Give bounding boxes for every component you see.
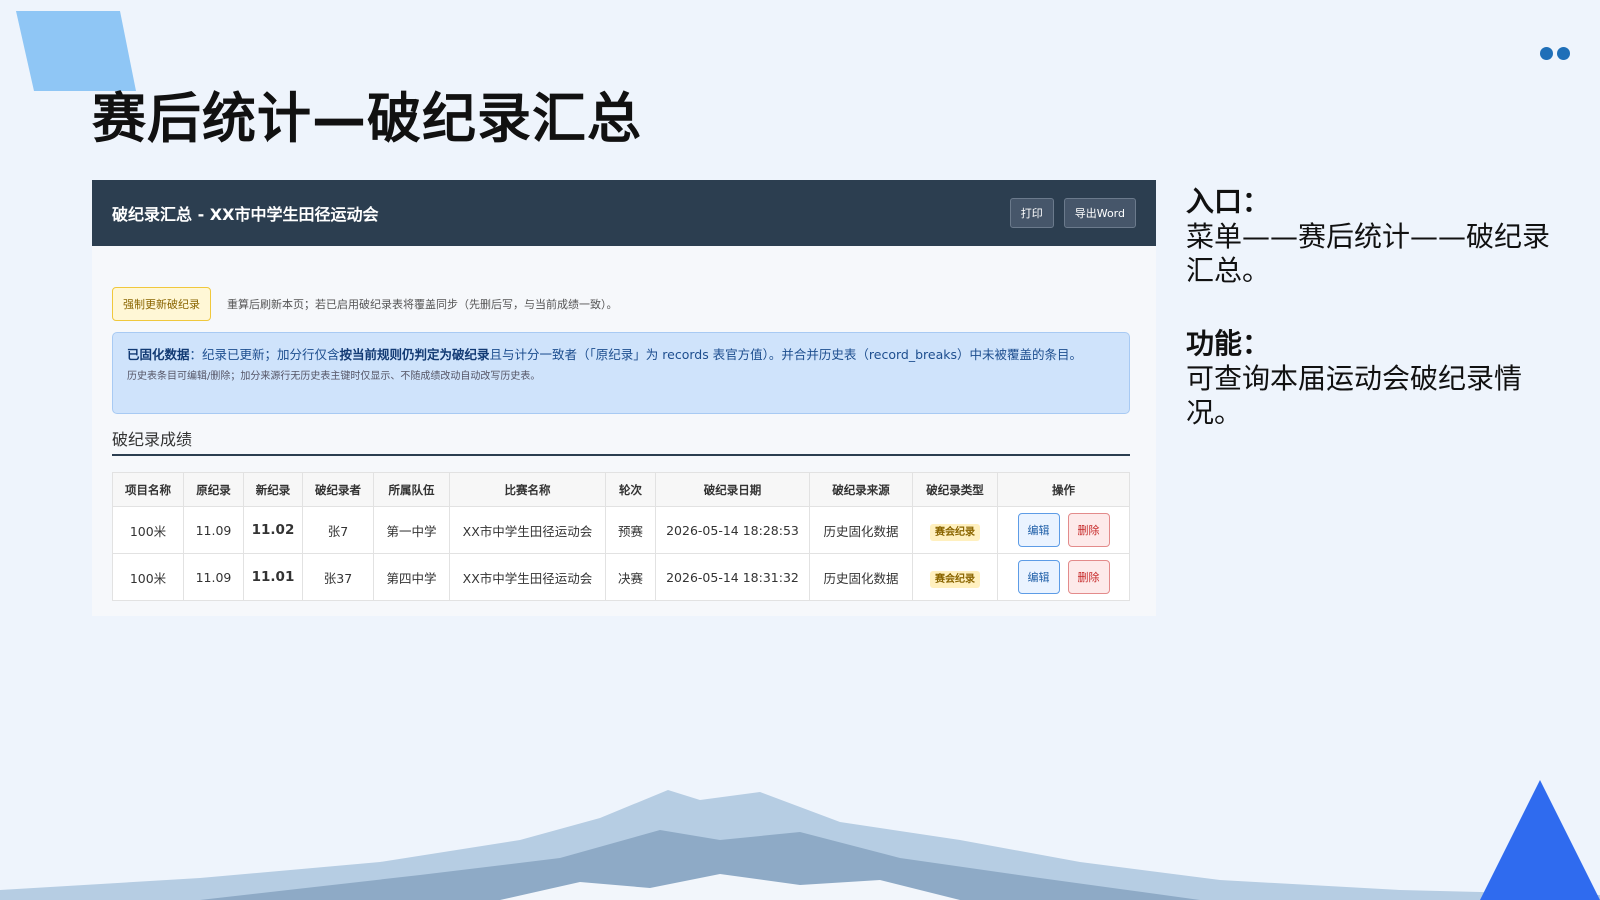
entry-heading: 入口： <box>1186 185 1271 218</box>
cell-competition: XX市中学生田径运动会 <box>449 553 606 601</box>
record-type-badge: 赛会纪录 <box>930 523 980 541</box>
column-header: 项目名称 <box>112 472 184 507</box>
cell-old-record: 11.09 <box>183 506 244 554</box>
cell-team: 第一中学 <box>373 506 450 554</box>
table-row: 100米 11.09 11.02 张7 第一中学 XX市中学生田径运动会 预赛 … <box>112 506 1130 554</box>
cell-source: 历史固化数据 <box>809 553 913 601</box>
cell-round: 决赛 <box>605 553 656 601</box>
cell-competition: XX市中学生田径运动会 <box>449 506 606 554</box>
force-update-button[interactable]: 强制更新破纪录 <box>112 287 211 321</box>
mountain-illustration <box>0 790 1600 900</box>
column-header: 轮次 <box>605 472 656 507</box>
info-alert: 已固化数据：纪录已更新；加分行仅含按当前规则仍判定为破纪录且与计分一致者（「原纪… <box>112 332 1130 414</box>
column-header: 原纪录 <box>183 472 244 507</box>
column-header: 新纪录 <box>243 472 303 507</box>
cell-actions: 编辑 删除 <box>997 553 1130 601</box>
cell-new-record: 11.01 <box>243 553 303 601</box>
table-row: 100米 11.09 11.01 张37 第四中学 XX市中学生田径运动会 决赛… <box>112 553 1130 601</box>
export-word-button[interactable]: 导出Word <box>1063 198 1136 228</box>
cell-old-record: 11.09 <box>183 553 244 601</box>
decorative-dots <box>1540 47 1570 60</box>
cell-new-record: 11.02 <box>243 506 303 554</box>
force-update-note: 重算后刷新本页；若已启用破纪录表将覆盖同步（先删后写，与当前成绩一致）。 <box>227 298 618 311</box>
panel-title: 破纪录汇总 - XX市中学生田径运动会 <box>112 205 379 224</box>
cell-event: 100米 <box>112 506 184 554</box>
cell-date: 2026-05-14 18:31:32 <box>655 553 810 601</box>
cell-athlete: 张7 <box>302 506 374 554</box>
delete-button[interactable]: 删除 <box>1067 513 1110 547</box>
column-header: 所属队伍 <box>373 472 450 507</box>
edit-button[interactable]: 编辑 <box>1017 560 1060 594</box>
column-header: 破纪录类型 <box>912 472 998 507</box>
cell-actions: 编辑 删除 <box>997 506 1130 554</box>
column-header: 破纪录者 <box>302 472 374 507</box>
info-sub-text: 历史表条目可编辑/删除；加分来源行无历史表主键时仅显示、不随成绩改动自动改写历史… <box>127 371 541 382</box>
print-button[interactable]: 打印 <box>1009 198 1054 228</box>
entry-text: 菜单——赛后统计——破纪录汇总。 <box>1186 220 1551 287</box>
edit-button[interactable]: 编辑 <box>1017 513 1060 547</box>
cell-source: 历史固化数据 <box>809 506 913 554</box>
record-summary-panel: 破纪录汇总 - XX市中学生田径运动会 打印 导出Word 强制更新破纪录 重算… <box>92 180 1156 616</box>
table-header-row: 项目名称 原纪录 新纪录 破纪录者 所属队伍 比赛名称 轮次 破纪录日期 破纪录… <box>112 472 1130 507</box>
info-main-text: 已固化数据：纪录已更新；加分行仅含按当前规则仍判定为破纪录且与计分一致者（「原纪… <box>127 347 1083 362</box>
section-title: 破纪录成绩 <box>112 426 1130 456</box>
cell-type: 赛会纪录 <box>912 506 998 554</box>
cell-type: 赛会纪录 <box>912 553 998 601</box>
column-header: 比赛名称 <box>449 472 606 507</box>
function-text: 可查询本届运动会破纪录情况。 <box>1186 362 1523 429</box>
header-actions: 打印 导出Word <box>1009 198 1136 228</box>
cell-event: 100米 <box>112 553 184 601</box>
cell-date: 2026-05-14 18:28:53 <box>655 506 810 554</box>
panel-header: 破纪录汇总 - XX市中学生田径运动会 打印 导出Word <box>92 180 1156 246</box>
record-type-badge: 赛会纪录 <box>930 570 980 588</box>
column-header: 破纪录日期 <box>655 472 810 507</box>
column-header: 破纪录来源 <box>809 472 913 507</box>
record-table: 项目名称 原纪录 新纪录 破纪录者 所属队伍 比赛名称 轮次 破纪录日期 破纪录… <box>112 472 1130 601</box>
function-heading: 功能： <box>1186 327 1271 360</box>
cell-athlete: 张37 <box>302 553 374 601</box>
slide-title: 赛后统计—破纪录汇总 <box>92 87 642 150</box>
force-update-row: 强制更新破纪录 重算后刷新本页；若已启用破纪录表将覆盖同步（先删后写，与当前成绩… <box>112 287 618 321</box>
delete-button[interactable]: 删除 <box>1067 560 1110 594</box>
side-description: 入口： 菜单——赛后统计——破纪录汇总。 功能： 可查询本届运动会破纪录情况。 <box>1186 184 1566 468</box>
column-header: 操作 <box>997 472 1130 507</box>
cell-team: 第四中学 <box>373 553 450 601</box>
cell-round: 预赛 <box>605 506 656 554</box>
